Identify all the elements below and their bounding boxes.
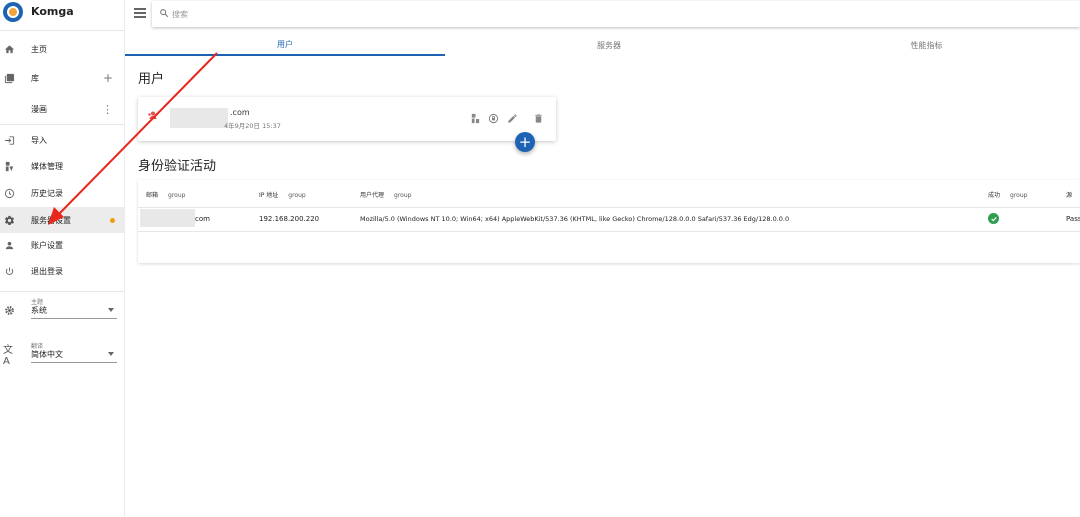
sidebar-item-manga[interactable]: 漫画 ⋮ bbox=[0, 96, 125, 122]
sidebar-item-import[interactable]: 导入 bbox=[0, 127, 125, 153]
library-access-icon[interactable] bbox=[470, 113, 481, 124]
tab-metrics[interactable]: 性能指标 bbox=[773, 34, 1080, 56]
column-header-user-agent[interactable]: 用户代理 group bbox=[360, 190, 411, 199]
select-underline bbox=[31, 362, 117, 363]
sidebar-item-label: 媒体管理 bbox=[31, 161, 63, 171]
add-library-button[interactable]: + bbox=[103, 71, 113, 85]
sidebar-item-label: 主页 bbox=[31, 44, 47, 54]
delete-icon[interactable] bbox=[533, 113, 544, 124]
import-icon bbox=[3, 134, 15, 146]
brand[interactable]: Komga bbox=[0, 0, 125, 30]
search-bar[interactable] bbox=[152, 1, 1080, 27]
users-section-title: 用户 bbox=[138, 72, 165, 87]
theme-select[interactable]: 主题 系统 bbox=[0, 297, 125, 327]
row-divider bbox=[138, 231, 1080, 232]
theme-gear-icon bbox=[3, 304, 15, 316]
divider bbox=[0, 30, 125, 31]
power-icon bbox=[3, 265, 15, 277]
sidebar-item-label: 历史记录 bbox=[31, 188, 63, 198]
user-created-date: 4年9月20日 15:37 bbox=[224, 122, 281, 130]
redacted-email bbox=[170, 108, 228, 128]
row-email: com bbox=[195, 215, 210, 223]
sidebar-item-history[interactable]: 历史记录 bbox=[0, 180, 125, 206]
app-name: Komga bbox=[31, 5, 74, 18]
sidebar-item-label: 漫画 bbox=[31, 104, 47, 114]
komga-logo-icon bbox=[3, 2, 23, 22]
sidebar-item-label: 退出登录 bbox=[31, 266, 63, 276]
account-icon bbox=[3, 239, 15, 251]
sidebar-item-label: 导入 bbox=[31, 135, 47, 145]
chevron-down-icon bbox=[108, 308, 114, 312]
history-icon bbox=[3, 187, 15, 199]
sidebar-item-label: 服务器设置 bbox=[31, 215, 71, 225]
theme-value: 系统 bbox=[31, 306, 47, 315]
header-divider bbox=[138, 207, 1080, 208]
column-header-source[interactable]: 源 bbox=[1066, 190, 1072, 199]
language-select[interactable]: 文A 翻译 简体中文 bbox=[0, 341, 125, 371]
library-icon bbox=[3, 72, 15, 84]
notification-badge bbox=[110, 217, 115, 223]
media-management-icon bbox=[3, 160, 15, 172]
user-email: .com bbox=[230, 108, 250, 117]
home-icon bbox=[3, 43, 15, 55]
redacted-email bbox=[140, 209, 195, 227]
row-source: Pass bbox=[1066, 215, 1080, 223]
auth-activity-table: 邮箱 group IP 地址 group 用户代理 group 成功 group 源 c… bbox=[138, 180, 1080, 263]
tab-server[interactable]: 服务器 bbox=[445, 34, 773, 56]
sidebar-item-home[interactable]: 主页 bbox=[0, 36, 125, 62]
tab-users[interactable]: 用户 bbox=[125, 34, 445, 56]
row-ip: 192.168.200.220 bbox=[259, 215, 320, 223]
language-value: 简体中文 bbox=[31, 350, 63, 359]
row-user-agent: Mozilla/5.0 (Windows NT 10.0; Win64; x64… bbox=[360, 215, 790, 223]
select-underline bbox=[31, 318, 117, 319]
sidebar-item-library[interactable]: 库 + bbox=[0, 65, 125, 91]
sidebar-item-label: 库 bbox=[31, 73, 39, 83]
more-options-button[interactable]: ⋮ bbox=[102, 103, 113, 116]
divider bbox=[0, 291, 125, 292]
translate-icon: 文A bbox=[3, 345, 13, 367]
column-header-success[interactable]: 成功 group bbox=[988, 190, 1027, 199]
divider bbox=[0, 124, 125, 125]
admin-user-icon bbox=[148, 111, 158, 119]
sidebar-item-server-settings[interactable]: 服务器设置 bbox=[0, 207, 125, 233]
column-header-email[interactable]: 邮箱 group bbox=[146, 190, 185, 199]
sidebar-item-label: 账户设置 bbox=[31, 240, 63, 250]
search-input[interactable] bbox=[172, 7, 972, 21]
hamburger-menu-icon[interactable] bbox=[134, 8, 146, 18]
search-icon bbox=[160, 9, 169, 18]
sidebar-item-account-settings[interactable]: 账户设置 bbox=[0, 232, 125, 258]
user-card: .com 4年9月20日 15:37 + bbox=[138, 97, 556, 152]
top-bar bbox=[125, 0, 1080, 30]
chevron-down-icon bbox=[108, 352, 114, 356]
sidebar: Komga 主页 库 + 漫画 ⋮ 导入 媒体管理 历史记录 服务器设置 账户设… bbox=[0, 0, 125, 517]
lock-icon[interactable] bbox=[488, 113, 499, 124]
sidebar-item-logout[interactable]: 退出登录 bbox=[0, 258, 125, 284]
settings-tabs: 用户 服务器 性能指标 bbox=[125, 34, 1080, 56]
edit-icon[interactable] bbox=[507, 113, 518, 124]
add-user-button[interactable]: + bbox=[515, 132, 535, 152]
komga-app: Komga 主页 库 + 漫画 ⋮ 导入 媒体管理 历史记录 服务器设置 账户设… bbox=[0, 0, 1080, 517]
success-check-icon bbox=[988, 213, 999, 224]
column-header-ip[interactable]: IP 地址 group bbox=[259, 190, 306, 199]
gear-icon bbox=[3, 214, 15, 226]
auth-activity-title: 身份验证活动 bbox=[138, 159, 217, 174]
sidebar-item-media-management[interactable]: 媒体管理 bbox=[0, 153, 125, 179]
